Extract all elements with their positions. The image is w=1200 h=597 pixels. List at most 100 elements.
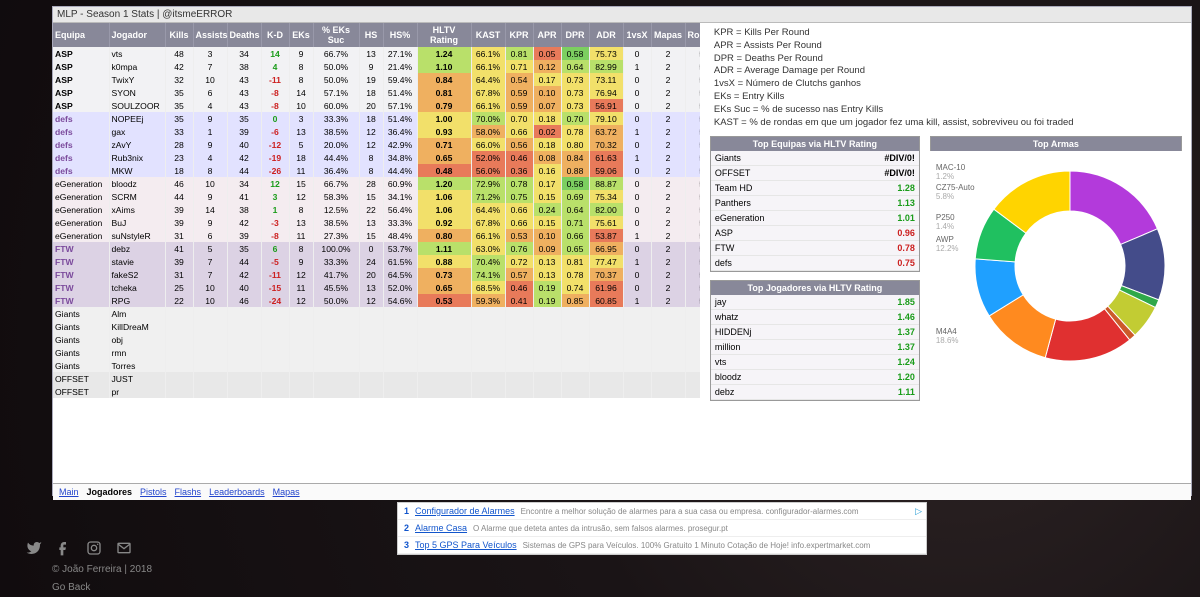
list-item: defs0.75: [711, 255, 919, 270]
tab-pistols[interactable]: Pistols: [140, 487, 167, 497]
list-item: jay1.85: [711, 295, 919, 310]
table-row[interactable]: FTWRPG221046-241250.0%1254.6%0.5359.3%0.…: [53, 294, 700, 307]
top-teams-title: Top Equipas via HLTV Rating: [711, 137, 919, 151]
go-back-link[interactable]: Go Back: [52, 582, 90, 593]
chart-label: CZ75-Auto5.8%: [936, 183, 975, 201]
top-weapons-title: Top Armas: [931, 137, 1181, 151]
list-item: bloodz1.20: [711, 369, 919, 384]
legend-line: KAST = % de rondas em que um jogador fez…: [714, 117, 1187, 130]
stats-table: EquipaJogadorKillsAssistsDeathsK-DEKs% E…: [53, 23, 700, 398]
col-% EKs Suc[interactable]: % EKs Suc: [313, 23, 359, 47]
table-row[interactable]: FTWstavie39744-5933.3%2461.5%0.8870.4%0.…: [53, 255, 700, 268]
tab-main[interactable]: Main: [59, 487, 79, 497]
table-row[interactable]: OFFSETpr: [53, 385, 700, 398]
col-Rondas[interactable]: Rondas: [685, 23, 700, 47]
list-item: Panthers1.13: [711, 195, 919, 210]
legend-line: KPR = Kills Per Round: [714, 27, 1187, 40]
facebook-icon[interactable]: [56, 540, 72, 561]
list-item: million1.37: [711, 339, 919, 354]
ad-title[interactable]: Configurador de Alarmes: [415, 506, 515, 516]
table-row[interactable]: GiantsAlm: [53, 307, 700, 320]
table-row[interactable]: defszAvY28940-12520.0%1242.9%0.7166.0%0.…: [53, 138, 700, 151]
table-row[interactable]: GiantsKillDreaM: [53, 320, 700, 333]
table-row[interactable]: ASPTwixY321043-11850.0%1959.4%0.8464.4%0…: [53, 73, 700, 86]
table-row[interactable]: eGenerationbloodz461034121566.7%2860.9%1…: [53, 177, 700, 190]
col-Jogador[interactable]: Jogador: [109, 23, 165, 47]
sheet-tabs: Main Jogadores Pistols Flashs Leaderboards Ma…: [53, 483, 1191, 500]
legend-line: DPR = Deaths Per Round: [714, 53, 1187, 66]
ad-block: ▷ 1 Configurador de AlarmesEncontre a me…: [397, 502, 927, 555]
instagram-icon[interactable]: [86, 540, 102, 561]
table-row[interactable]: eGenerationxAims3914381812.5%2256.4%1.06…: [53, 203, 700, 216]
table-row[interactable]: FTWdebz4153568100.0%053.7%1.1163.0%0.760…: [53, 242, 700, 255]
col-HLTV Rating[interactable]: HLTV Rating: [417, 23, 471, 47]
ad-title[interactable]: Alarme Casa: [415, 523, 467, 533]
spreadsheet-window: MLP - Season 1 Stats | @itsmeERROR Equip…: [52, 6, 1192, 496]
table-row[interactable]: defsgax33139-61338.5%1236.4%0.9358.0%0.6…: [53, 125, 700, 138]
list-item: OFFSET#DIV/0!: [711, 165, 919, 180]
table-row[interactable]: ASPvts4833414966.7%1327.1%1.2466.1%0.810…: [53, 47, 700, 60]
tab-mapas[interactable]: Mapas: [273, 487, 300, 497]
table-row[interactable]: FTWfakeS231742-111241.7%2064.5%0.7374.1%…: [53, 268, 700, 281]
chart-label: AWP12.2%: [936, 235, 959, 253]
ad-row[interactable]: 2 Alarme CasaO Alarme que deteta antes d…: [398, 520, 926, 537]
credit-text: © João Ferreira | 2018: [52, 564, 152, 575]
col-1vsX[interactable]: 1vsX: [623, 23, 651, 47]
tab-flashs[interactable]: Flashs: [175, 487, 202, 497]
ad-row[interactable]: 1 Configurador de AlarmesEncontre a melh…: [398, 503, 926, 520]
social-bar: [26, 540, 132, 561]
ad-title[interactable]: Top 5 GPS Para Veículos: [415, 540, 517, 550]
col-Kills[interactable]: Kills: [165, 23, 193, 47]
col-HS%[interactable]: HS%: [383, 23, 417, 47]
table-row[interactable]: eGenerationsuNstyleR31639-81127.3%1548.4…: [53, 229, 700, 242]
legend-line: 1vsX = Número de Clutchs ganhos: [714, 78, 1187, 91]
legend-line: EKs = Entry Kills: [714, 91, 1187, 104]
col-Deaths[interactable]: Deaths: [227, 23, 261, 47]
adchoices-icon[interactable]: ▷: [915, 506, 922, 517]
weapons-pie-chart: MAC-101.2%CZ75-Auto5.8%P2501.4%AWP12.2%M…: [930, 151, 1170, 381]
table-row[interactable]: eGenerationBuJ39942-31338.5%1333.3%0.926…: [53, 216, 700, 229]
table-row[interactable]: OFFSETJUST: [53, 372, 700, 385]
table-row[interactable]: ASPk0mpa427384850.0%921.4%1.1066.1%0.710…: [53, 60, 700, 73]
list-item: Giants#DIV/0!: [711, 151, 919, 166]
col-DPR[interactable]: DPR: [561, 23, 589, 47]
col-Equipa[interactable]: Equipa: [53, 23, 109, 47]
top-players-title: Top Jogadores via HLTV Rating: [711, 281, 919, 295]
col-EKs[interactable]: EKs: [289, 23, 313, 47]
table-row[interactable]: FTWtcheka251040-151145.5%1352.0%0.6568.5…: [53, 281, 700, 294]
chart-label: M4A418.6%: [936, 327, 959, 345]
chart-label: MAC-101.2%: [936, 163, 965, 181]
table-row[interactable]: defsRub3nix23442-191844.4%834.8%0.6552.0…: [53, 151, 700, 164]
table-row[interactable]: defsMKW18844-261136.4%844.4%0.4856.0%0.3…: [53, 164, 700, 177]
table-row[interactable]: ASPSOULZOOR35443-81060.0%2057.1%0.7966.1…: [53, 99, 700, 112]
top-teams-box: Top Equipas via HLTV Rating Giants#DIV/0…: [710, 136, 920, 272]
col-ADR[interactable]: ADR: [589, 23, 623, 47]
table-row[interactable]: ASPSYON35643-81457.1%1851.4%0.8167.8%0.5…: [53, 86, 700, 99]
list-item: whatz1.46: [711, 309, 919, 324]
table-row[interactable]: defsNOPEEj359350333.3%1851.4%1.0070.0%0.…: [53, 112, 700, 125]
legend-line: ADR = Average Damage per Round: [714, 65, 1187, 78]
list-item: eGeneration1.01: [711, 210, 919, 225]
tab-leaderboards[interactable]: Leaderboards: [209, 487, 265, 497]
list-item: HIDDENj1.37: [711, 324, 919, 339]
table-row[interactable]: GiantsTorres: [53, 359, 700, 372]
list-item: debz1.11: [711, 384, 919, 399]
mail-icon[interactable]: [116, 540, 132, 561]
col-KAST[interactable]: KAST: [471, 23, 505, 47]
tab-jogadores[interactable]: Jogadores: [87, 487, 133, 497]
col-K-D[interactable]: K-D: [261, 23, 289, 47]
legend: KPR = Kills Per RoundAPR = Assists Per R…: [710, 23, 1191, 136]
col-Mapas[interactable]: Mapas: [651, 23, 685, 47]
legend-line: APR = Assists Per Round: [714, 40, 1187, 53]
sheet-title: MLP - Season 1 Stats | @itsmeERROR: [53, 7, 1191, 23]
twitter-icon[interactable]: [26, 540, 42, 561]
table-row[interactable]: Giantsobj: [53, 333, 700, 346]
list-item: ASP0.96: [711, 225, 919, 240]
ad-row[interactable]: 3 Top 5 GPS Para VeículosSistemas de GPS…: [398, 537, 926, 554]
col-APR[interactable]: APR: [533, 23, 561, 47]
table-row[interactable]: Giantsrmn: [53, 346, 700, 359]
col-Assists[interactable]: Assists: [193, 23, 227, 47]
col-KPR[interactable]: KPR: [505, 23, 533, 47]
table-row[interactable]: eGenerationSCRM4494131258.3%1534.1%1.067…: [53, 190, 700, 203]
col-HS[interactable]: HS: [359, 23, 383, 47]
